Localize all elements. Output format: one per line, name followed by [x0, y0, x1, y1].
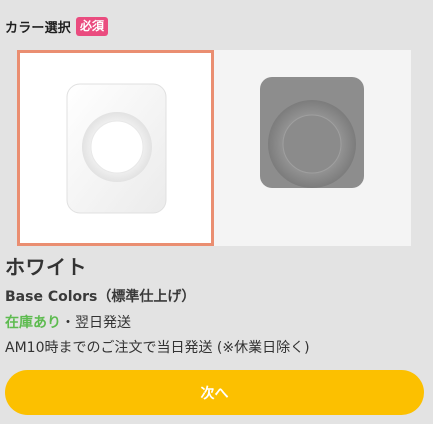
- required-badge: 必須: [76, 16, 109, 36]
- color-swatch-list: [17, 50, 411, 246]
- color-selection-header: カラー選択 必須: [5, 15, 109, 37]
- section-title: カラー選択: [5, 20, 72, 36]
- stock-info: 在庫あり・翌日発送: [5, 312, 131, 332]
- shipping-note: AM10時までのご注文で当日発送 (※休業日除く): [5, 340, 310, 356]
- gray-plate-image: [260, 77, 364, 188]
- selected-color-name: ホワイト: [5, 255, 87, 279]
- next-button[interactable]: 次へ: [5, 370, 424, 415]
- shipping-label: ・翌日発送: [61, 315, 131, 331]
- swatch-gray[interactable]: [214, 50, 411, 246]
- white-plate-image: [66, 83, 167, 214]
- product-line-label: Base Colors（標準仕上げ）: [5, 289, 196, 305]
- stock-status: 在庫あり: [5, 315, 61, 331]
- swatch-white[interactable]: [17, 50, 214, 246]
